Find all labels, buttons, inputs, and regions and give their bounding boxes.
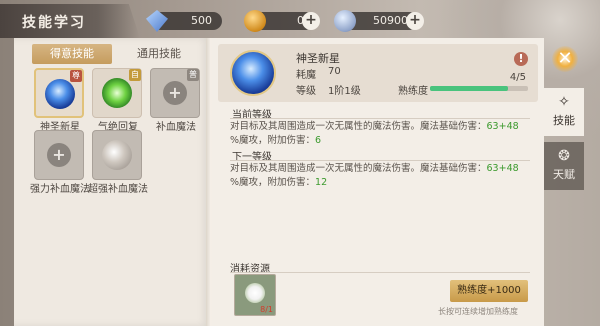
skill-category-tabs: 得意技能 通用技能 (32, 44, 202, 64)
skill-detail-header: 神圣新星 耗魔 70 等级 1阶1级 熟练度 4/5 ! (218, 44, 538, 102)
tab-label: 天赋 (553, 168, 575, 181)
holy-nova-icon (45, 79, 75, 109)
mana-cost-value: 70 (328, 66, 341, 77)
tab-favored-skills[interactable]: 得意技能 (32, 44, 112, 64)
next-level-description: 对目标及其周围造成一次无属性的魔法伤害。魔法基础伤害：63+48 %魔攻，附加伤害… (230, 162, 530, 190)
skill-badge: 普 (187, 69, 199, 81)
skill-icon: ✧ (558, 94, 570, 110)
skill-book: 得意技能 通用技能 尊 神圣新星 自 气绝回复 + 普 补血魔法 + 强力补血魔… (14, 38, 544, 326)
desc-value: 63+48 (486, 163, 519, 174)
close-icon[interactable]: ✕ (552, 46, 578, 72)
skill-badge: 自 (129, 69, 141, 81)
recovery-icon (102, 78, 132, 108)
long-press-hint: 长按可连续增加熟练度 (438, 307, 518, 316)
diamond-value: 500 (191, 14, 212, 27)
skill-label: 补血魔法 (156, 122, 196, 133)
skill-list-page: 得意技能 通用技能 尊 神圣新星 自 气绝回复 + 普 补血魔法 + 强力补血魔… (14, 38, 212, 326)
desc-text: %魔攻，附加伤害： (230, 177, 316, 188)
title-tab: 技能学习 (0, 4, 140, 38)
top-bar: 技能学习 500 0 + 50900 + (0, 0, 600, 40)
skill-frame: 自 (92, 68, 142, 118)
proficiency-fill (430, 86, 509, 91)
holy-nova-icon (230, 50, 276, 96)
divider (230, 160, 530, 161)
gold-resource: 0 + (244, 10, 320, 32)
add-proficiency-button[interactable]: 熟练度+1000 (450, 280, 528, 302)
skill-label: 超强补血魔法 (88, 184, 148, 195)
add-gold-button[interactable]: + (302, 12, 320, 30)
tab-common-skills[interactable]: 通用技能 (118, 44, 200, 64)
diamond-resource: 500 (146, 10, 222, 32)
desc-text: 对目标及其周围造成一次无属性的魔法伤害。魔法基础伤害： (230, 163, 487, 174)
desc-text: %魔攻，附加伤害： (230, 135, 316, 146)
silver-value: 50900 (373, 14, 408, 27)
skill-slot-holy-nova[interactable]: 尊 神圣新星 (34, 68, 86, 133)
tab-talent[interactable]: ❂ 天赋 (544, 142, 584, 190)
level-value: 1阶1级 (328, 86, 361, 97)
divider (230, 272, 530, 273)
skill-label: 强力补血魔法 (30, 184, 90, 195)
gold-coin-icon (244, 10, 266, 32)
white-flower-icon (245, 283, 265, 303)
skill-slot-heal-magic[interactable]: + 普 补血魔法 (150, 68, 202, 133)
page-title: 技能学习 (22, 15, 86, 31)
skill-frame: + (34, 130, 84, 180)
strong-heal-icon: + (47, 143, 71, 167)
proficiency-label: 熟练度 (398, 86, 428, 97)
proficiency-bar (430, 86, 528, 91)
silver-resource: 50900 + (334, 10, 424, 32)
silver-coin-icon (334, 10, 356, 32)
add-silver-button[interactable]: + (406, 12, 424, 30)
desc-value: 12 (315, 177, 328, 188)
proficiency-count: 4/5 (509, 72, 526, 83)
tab-label: 技能 (553, 114, 575, 127)
heal-magic-icon: + (163, 81, 187, 105)
desc-value: 63+48 (486, 121, 519, 132)
skill-detail-page: 神圣新星 耗魔 70 等级 1阶1级 熟练度 4/5 ! 当前等级 对目标及其周… (212, 38, 544, 326)
skill-frame: + 普 (150, 68, 200, 118)
skill-slot-strong-heal[interactable]: + 强力补血魔法 (30, 130, 90, 195)
info-icon[interactable]: ! (514, 52, 528, 66)
desc-text: 对目标及其周围造成一次无属性的魔法伤害。魔法基础伤害： (230, 121, 487, 132)
divider (230, 118, 530, 119)
mana-cost-label: 耗魔 (296, 70, 316, 81)
consume-item-slot[interactable]: 8/1 (234, 274, 276, 316)
talent-icon: ❂ (558, 148, 570, 164)
skill-frame: 尊 (34, 68, 84, 118)
skill-slot-recovery[interactable]: 自 气绝回复 (92, 68, 144, 133)
super-heal-icon (102, 140, 132, 170)
item-count: 8/1 (260, 305, 273, 314)
skill-frame (92, 130, 142, 180)
diamond-icon (146, 10, 168, 32)
side-tabs: ✕ ✧ 技能 ❂ 天赋 (544, 38, 584, 326)
level-label: 等级 (296, 86, 316, 97)
skill-slot-super-heal[interactable]: 超强补血魔法 (88, 130, 148, 195)
tab-skills[interactable]: ✧ 技能 (544, 88, 584, 136)
skill-badge: 尊 (70, 70, 82, 82)
skill-name: 神圣新星 (296, 52, 340, 65)
desc-value: 6 (315, 135, 322, 146)
current-level-description: 对目标及其周围造成一次无属性的魔法伤害。魔法基础伤害：63+48 %魔攻，附加伤害… (230, 120, 530, 148)
